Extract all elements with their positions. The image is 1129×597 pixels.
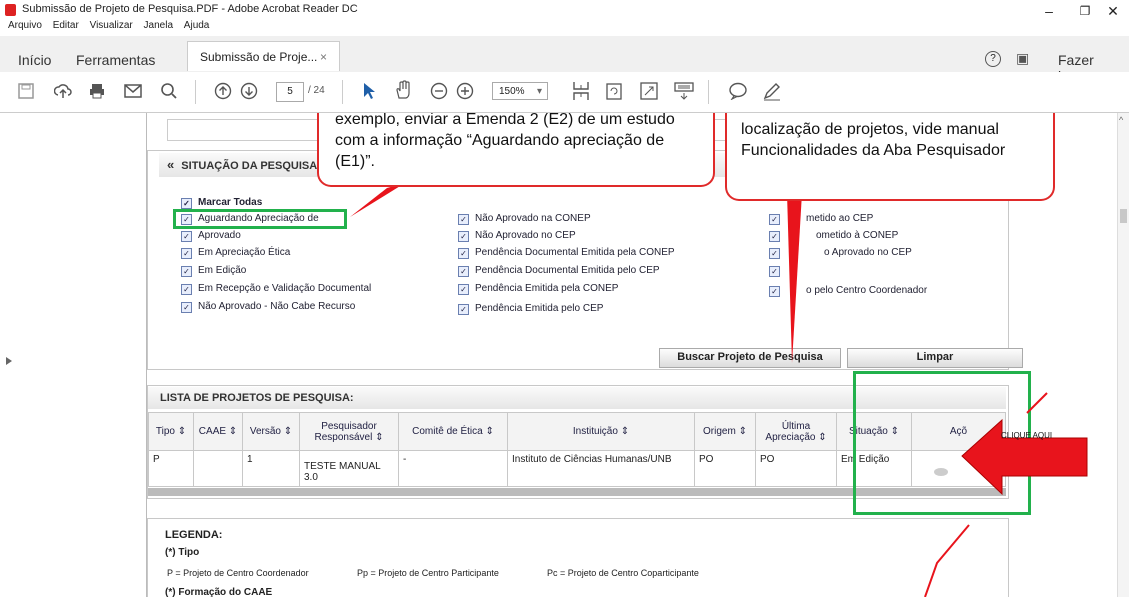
menu-visualizar[interactable]: Visualizar [90,20,133,31]
toolbar-separator [195,80,196,104]
keyboard-scroll-icon[interactable] [674,81,694,101]
zoom-value: 150% [499,86,525,97]
zoom-in-icon[interactable] [456,82,474,100]
arrow-label: CLIQUE AQUI [1001,431,1053,440]
cloud-upload-icon[interactable] [54,82,72,100]
close-window-button[interactable]: ✕ [1093,0,1129,22]
select-cursor-icon[interactable] [362,82,376,100]
toolbar-separator [342,80,343,104]
mobile-link-icon[interactable]: ▣ [1016,50,1029,67]
arrow-pointer-line [1026,392,1048,414]
minimize-button[interactable]: – [1029,0,1069,22]
callout-right-pointer [787,193,802,363]
pen-highlight-icon[interactable] [762,81,782,101]
document-view: « SITUAÇÃO DA PESQUISA ✓ Marcar Todas ✓ Ag… [147,113,1116,597]
scrollbar-thumb[interactable] [1120,209,1127,223]
page-total: / 24 [308,85,325,96]
chevron-down-icon: ▾ [536,86,542,97]
save-icon[interactable] [18,83,34,99]
tab-document[interactable]: Submissão de Proje... × [187,41,340,71]
search-icon[interactable] [160,82,178,100]
hand-tool-icon[interactable] [394,80,412,100]
menu-ajuda[interactable]: Ajuda [184,20,210,31]
menu-janela[interactable]: Janela [144,20,173,31]
callout-left: exemplo, enviar a Emenda 2 (E2) de um es… [317,113,715,187]
menu-bar: Arquivo Editar Visualizar Janela Ajuda [0,20,209,36]
title-bar: Submissão de Projeto de Pesquisa.PDF - A… [0,0,1129,22]
callout-right: localização de projetos, vide manual Fun… [725,113,1055,201]
expand-pane-icon[interactable] [6,357,12,365]
tab-inicio[interactable]: Início [18,52,51,68]
rotate-page-icon[interactable] [606,81,622,101]
callout-left-pointer [350,183,405,217]
toolbar: 5 / 24 150% ▾ [0,72,1129,113]
callout-left-text: exemplo, enviar a Emenda 2 (E2) de um es… [335,113,675,170]
comment-icon[interactable] [728,82,748,100]
legend-pointer-line [924,524,970,597]
tab-document-label: Submissão de Proje... [200,50,318,64]
vertical-scrollbar[interactable]: ^ [1117,113,1129,597]
print-icon[interactable] [88,82,106,100]
previous-page-icon[interactable] [214,82,232,100]
pdf-app-icon [5,4,16,16]
help-icon[interactable]: ? [985,51,1001,67]
callout-right-text: localização de projetos, vide manual Fun… [741,121,1006,159]
menu-arquivo[interactable]: Arquivo [8,20,42,31]
zoom-select[interactable]: 150% ▾ [492,82,548,100]
page-number-input[interactable]: 5 [276,82,304,102]
fit-page-icon[interactable] [572,81,590,101]
scroll-up-icon[interactable]: ^ [1119,115,1123,125]
tab-close-icon[interactable]: × [320,42,327,72]
window-title: Submissão de Projeto de Pesquisa.PDF - A… [22,3,358,15]
navigation-pane [0,113,147,597]
tab-bar: Início Ferramentas ? ▣ Fazer logon [0,36,1129,84]
next-page-icon[interactable] [240,82,258,100]
tab-ferramentas[interactable]: Ferramentas [76,52,155,68]
menu-editar[interactable]: Editar [53,20,79,31]
email-icon[interactable] [124,83,142,99]
toolbar-separator [708,80,709,104]
zoom-out-icon[interactable] [430,82,448,100]
full-screen-icon[interactable] [640,82,658,100]
